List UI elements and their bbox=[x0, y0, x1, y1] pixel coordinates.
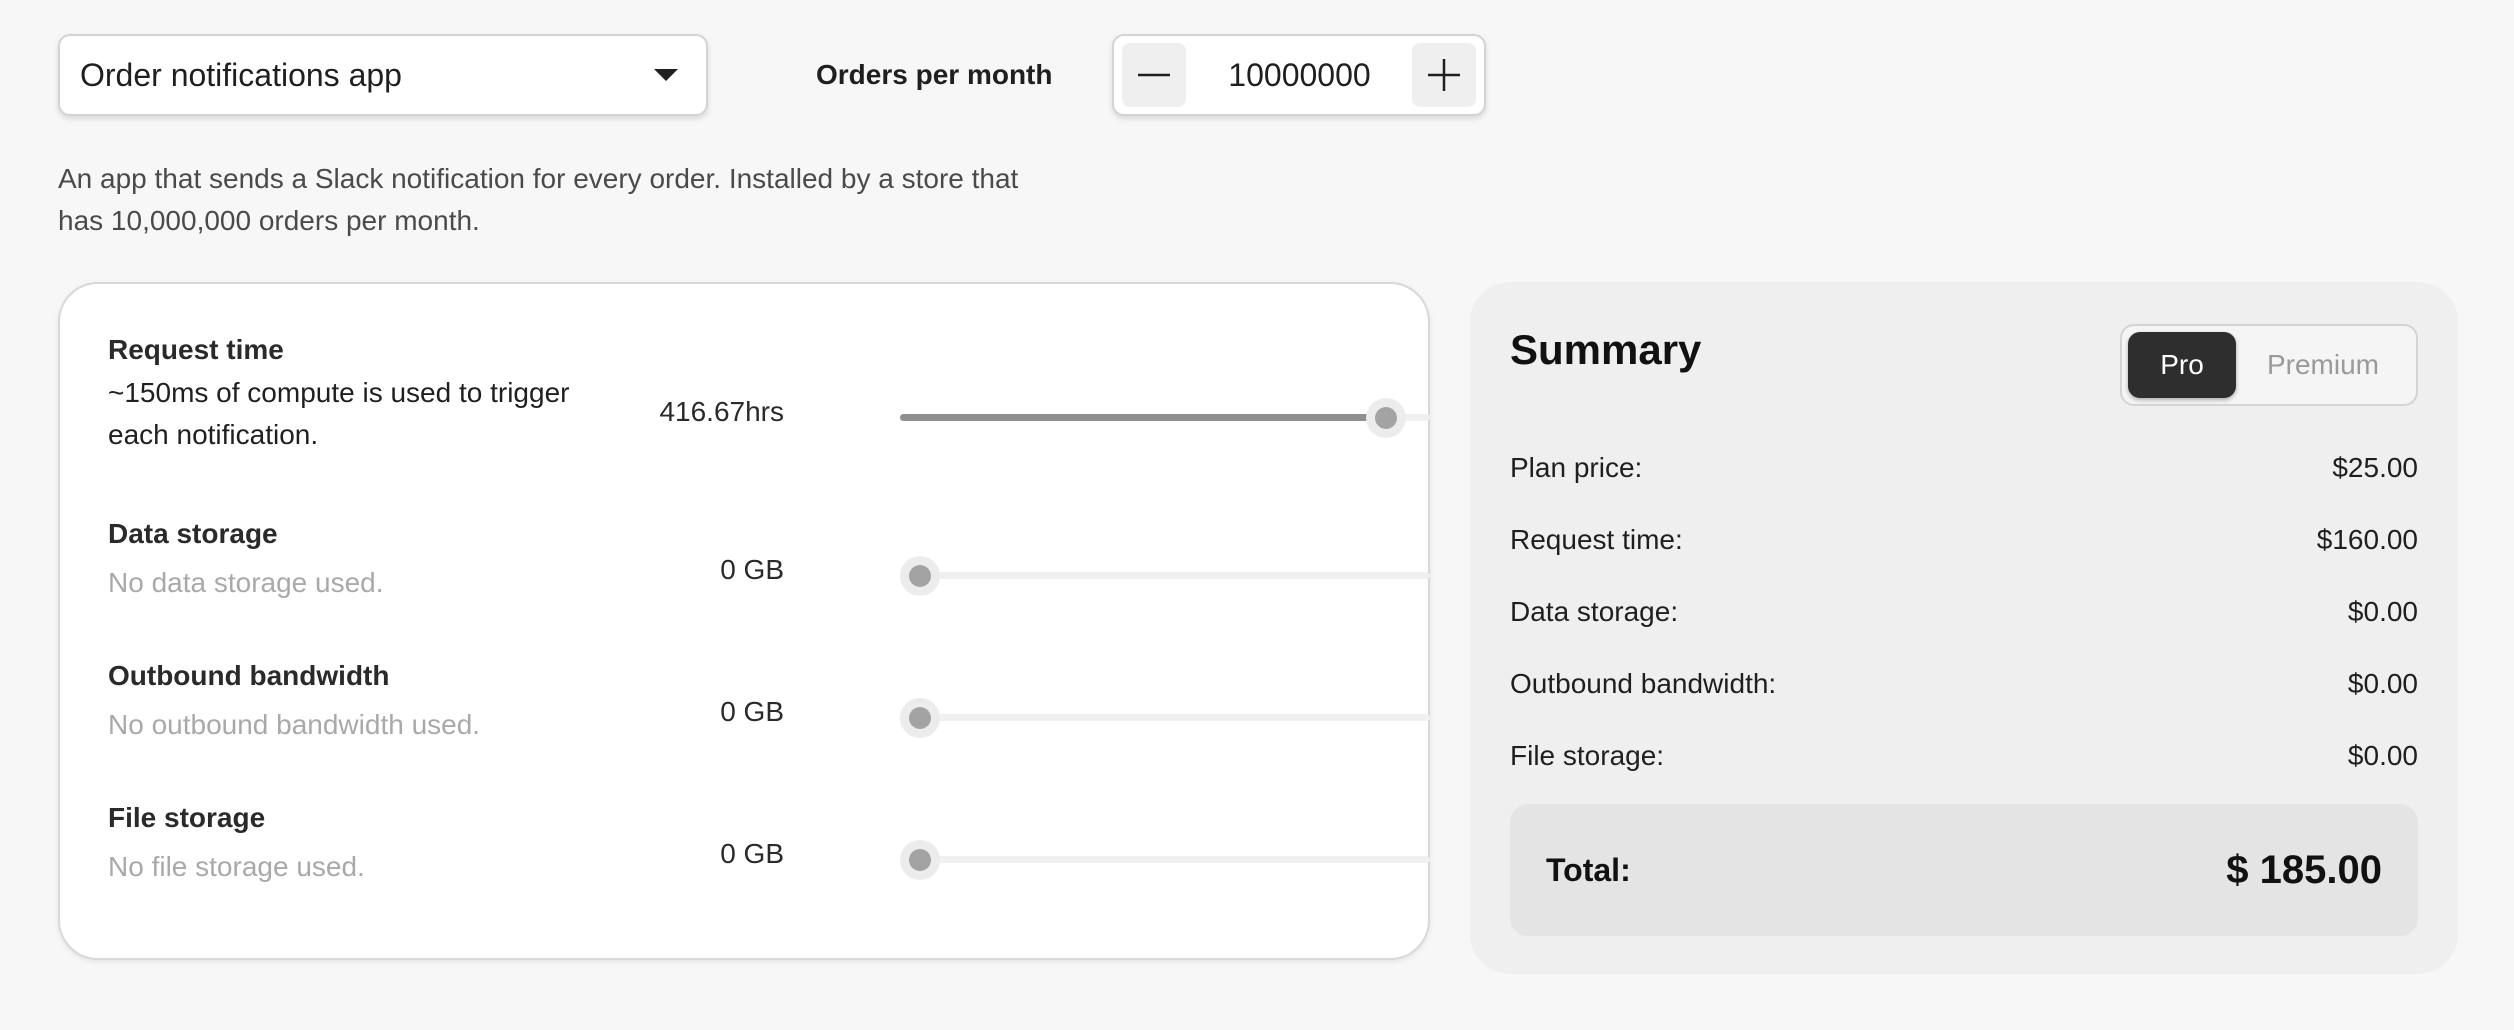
slider-thumb[interactable] bbox=[900, 840, 940, 880]
usage-description: No file storage used. bbox=[108, 851, 365, 882]
total-value: $ 185.00 bbox=[2226, 847, 2382, 892]
app-select-value: Order notifications app bbox=[80, 56, 402, 93]
summary-line-plan-price: Plan price: $25.00 bbox=[1510, 432, 2418, 504]
usage-amount: 0 GB bbox=[720, 554, 784, 585]
file-storage-slider[interactable] bbox=[900, 840, 1430, 880]
controls-row: Order notifications app Orders per month… bbox=[58, 34, 1487, 116]
orders-per-month-label: Orders per month bbox=[816, 59, 1053, 90]
summary-line-label: Data storage: bbox=[1510, 596, 1679, 627]
plan-toggle: Pro Premium bbox=[2120, 324, 2418, 406]
increment-button[interactable] bbox=[1412, 43, 1477, 107]
usage-title: Outbound bandwidth bbox=[108, 660, 390, 691]
chevron-down-icon bbox=[654, 69, 678, 81]
plan-option-premium[interactable]: Premium bbox=[2236, 332, 2410, 398]
usage-description: No outbound bandwidth used. bbox=[108, 709, 481, 740]
slider-thumb[interactable] bbox=[900, 698, 940, 738]
app-description: An app that sends a Slack notification f… bbox=[58, 163, 1019, 236]
usage-row-outbound-bandwidth: Outbound bandwidth No outbound bandwidth… bbox=[108, 660, 1430, 746]
summary-line-label: File storage: bbox=[1510, 740, 1665, 771]
usage-title: Data storage bbox=[108, 518, 278, 549]
outbound-bandwidth-slider[interactable] bbox=[900, 698, 1430, 738]
slider-track bbox=[900, 714, 1430, 721]
summary-line-label: Request time: bbox=[1510, 524, 1683, 555]
plan-option-pro[interactable]: Pro bbox=[2128, 332, 2236, 398]
usage-title: Request time bbox=[108, 334, 284, 365]
usage-amount: 0 GB bbox=[720, 838, 784, 869]
summary-line-value: $0.00 bbox=[2347, 740, 2418, 771]
usage-description: ~150ms of compute is used to trigger eac… bbox=[108, 377, 570, 450]
data-storage-slider[interactable] bbox=[900, 556, 1430, 596]
slider-thumb[interactable] bbox=[1365, 398, 1406, 438]
usage-amount: 0 GB bbox=[720, 696, 784, 727]
app-select-dropdown[interactable]: Order notifications app bbox=[58, 34, 708, 116]
summary-line-label: Outbound bandwidth: bbox=[1510, 668, 1777, 699]
summary-title: Summary bbox=[1510, 326, 1702, 373]
usage-card: Request time ~150ms of compute is used t… bbox=[58, 282, 1430, 960]
total-box: Total: $ 185.00 bbox=[1510, 804, 2418, 936]
summary-line-value: $25.00 bbox=[2332, 452, 2418, 483]
summary-line-file-storage: File storage: $0.00 bbox=[1510, 720, 2418, 792]
summary-line-label: Plan price: bbox=[1510, 452, 1643, 483]
summary-line-data-storage: Data storage: $0.00 bbox=[1510, 576, 2418, 648]
summary-line-value: $0.00 bbox=[2347, 596, 2418, 627]
summary-lines: Plan price: $25.00 Request time: $160.00… bbox=[1510, 432, 2418, 792]
usage-title: File storage bbox=[108, 802, 266, 833]
summary-line-request-time: Request time: $160.00 bbox=[1510, 504, 2418, 576]
usage-row-request-time: Request time ~150ms of compute is used t… bbox=[108, 334, 1430, 456]
usage-row-data-storage: Data storage No data storage used. 0 GB bbox=[108, 518, 1430, 604]
usage-row-file-storage: File storage No file storage used. 0 GB bbox=[108, 802, 1430, 888]
orders-stepper: 10000000 bbox=[1112, 34, 1487, 116]
summary-line-value: $160.00 bbox=[2316, 524, 2418, 555]
usage-description: No data storage used. bbox=[108, 567, 384, 598]
orders-input[interactable]: 10000000 bbox=[1228, 57, 1370, 94]
plus-icon bbox=[1428, 59, 1461, 91]
summary-card: Summary Pro Premium Plan price: $25.00 R… bbox=[1470, 282, 2458, 974]
summary-line-outbound-bandwidth: Outbound bandwidth: $0.00 bbox=[1510, 648, 2418, 720]
slider-track bbox=[900, 572, 1430, 579]
total-label: Total: bbox=[1546, 851, 1631, 888]
usage-amount: 416.67hrs bbox=[659, 396, 784, 427]
minus-icon bbox=[1138, 73, 1171, 77]
slider-thumb[interactable] bbox=[900, 556, 940, 596]
summary-line-value: $0.00 bbox=[2347, 668, 2418, 699]
slider-fill bbox=[900, 414, 1386, 421]
decrement-button[interactable] bbox=[1122, 43, 1187, 107]
slider-track bbox=[900, 856, 1430, 863]
request-time-slider[interactable] bbox=[900, 398, 1430, 438]
